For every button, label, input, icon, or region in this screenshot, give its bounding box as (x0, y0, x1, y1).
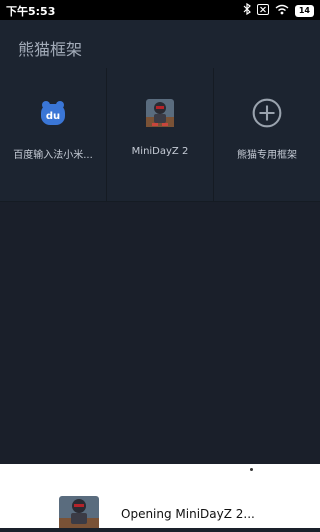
app-label: 百度输入法小米... (13, 150, 93, 161)
loading-text: Opening MiniDayZ 2... (121, 507, 255, 521)
svg-text:du: du (46, 111, 60, 122)
progress-dot (250, 468, 253, 471)
app-tile-baidu-input[interactable]: du 百度输入法小米... (0, 68, 107, 202)
wifi-icon (275, 4, 289, 18)
app-label: MiniDayZ 2 (131, 146, 189, 157)
app-header: 熊猫框架 (0, 20, 320, 69)
app-tile-add-framework[interactable]: 熊猫专用框架 (214, 68, 320, 202)
battery-icon: 14 (294, 4, 314, 17)
bluetooth-icon (243, 2, 251, 18)
app-tile-minidayz[interactable]: MiniDayZ 2 (107, 68, 214, 202)
app-grid: du 百度输入法小米... MiniDayZ 2 熊猫专用框架 (0, 68, 320, 202)
page-title: 熊猫框架 (18, 40, 83, 59)
status-icons: 14 (243, 2, 314, 18)
add-circle-icon (252, 98, 282, 128)
status-bar: 下午5:53 14 (0, 0, 320, 20)
minidayz-icon (145, 98, 175, 128)
empty-content-area (0, 202, 320, 464)
baidu-input-icon: du (38, 98, 68, 128)
minidayz-icon (59, 496, 99, 528)
sim-blocked-icon (256, 3, 269, 18)
status-time: 下午5:53 (6, 5, 56, 18)
app-label: 熊猫专用框架 (237, 150, 297, 161)
